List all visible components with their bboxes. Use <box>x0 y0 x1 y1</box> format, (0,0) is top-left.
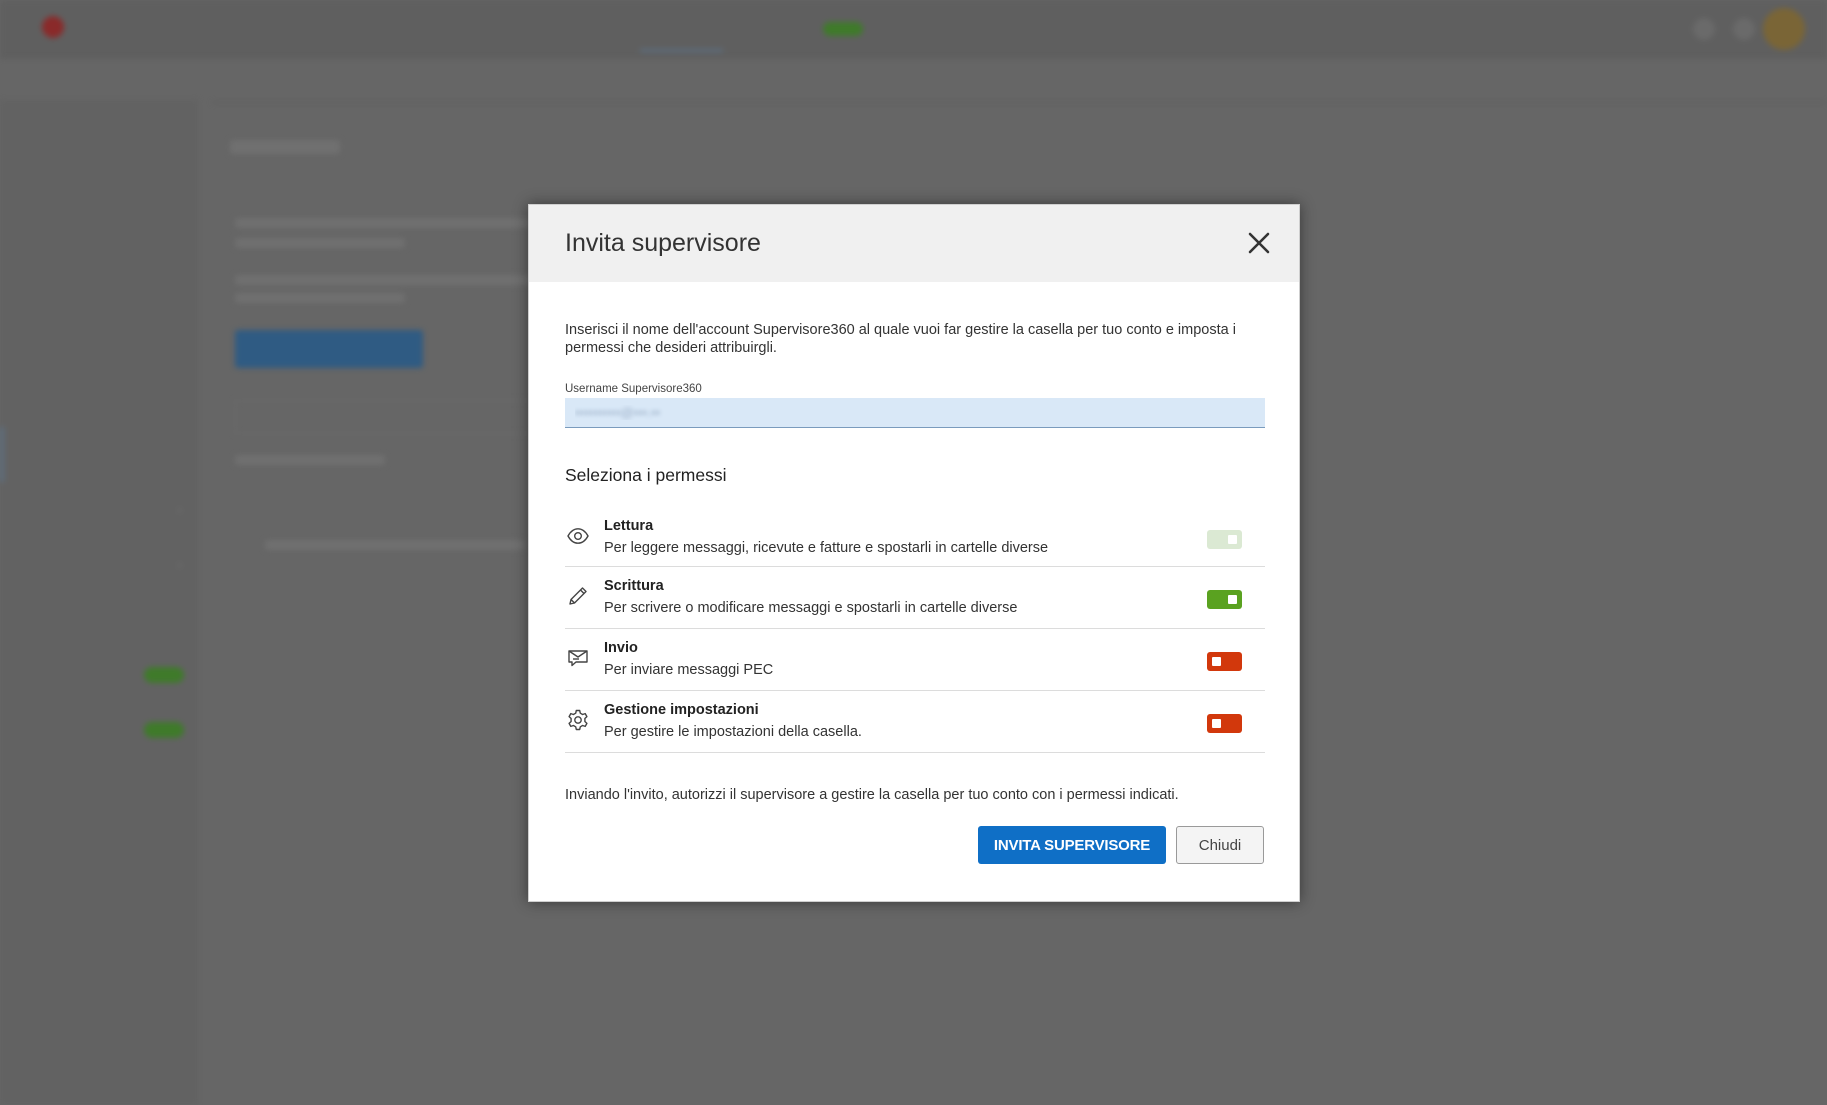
gear-icon <box>565 707 591 733</box>
content-title-placeholder <box>230 140 340 154</box>
sidebar-item <box>0 592 198 647</box>
sidebar-section-header <box>0 100 198 152</box>
content-button <box>235 330 423 368</box>
toggle-scrittura[interactable] <box>1207 590 1242 609</box>
sidebar-item <box>0 702 198 757</box>
nav-item <box>385 20 432 52</box>
toggle-knob <box>1228 595 1237 604</box>
toggle-knob <box>1228 535 1237 544</box>
permission-row-gestione-impostazioni: Gestione impostazioni Per gestire le imp… <box>565 691 1265 753</box>
help-icon <box>1693 18 1715 40</box>
permissions-list: Lettura Per leggere messaggi, ricevute e… <box>565 507 1265 753</box>
main-nav <box>215 20 864 52</box>
dialog-title: Invita supervisore <box>565 229 761 257</box>
username-field-label: Username Supervisore360 <box>565 383 702 395</box>
toggle-knob <box>1212 657 1221 666</box>
toggle-gestione-impostazioni[interactable] <box>1207 714 1242 733</box>
sidebar-badge <box>144 667 184 683</box>
sidebar-badge <box>144 722 184 738</box>
sidebar-item <box>0 1026 198 1081</box>
sidebar-section-header <box>0 864 198 916</box>
nav-item <box>470 20 528 52</box>
close-button[interactable] <box>1241 225 1277 261</box>
permission-name: Lettura <box>604 518 654 534</box>
nav-item-active <box>639 20 723 52</box>
sidebar-item: › <box>0 482 198 537</box>
permission-description: Per scrivere o modificare messaggi e spo… <box>604 600 1018 616</box>
content-text-line <box>235 218 535 228</box>
app-logo <box>42 16 64 38</box>
invite-supervisor-button[interactable]: INVITA SUPERVISORE <box>978 826 1166 864</box>
content-text-line <box>235 275 535 285</box>
nav-item <box>566 20 602 52</box>
content-text-line <box>235 455 385 465</box>
sidebar-item <box>0 207 198 262</box>
sidebar-item <box>0 971 198 1026</box>
nav-item <box>304 20 347 52</box>
content-input <box>235 400 535 434</box>
sidebar-item <box>0 317 198 372</box>
invite-supervisor-dialog: Invita supervisore Inserisci il nome del… <box>528 204 1300 902</box>
pencil-icon <box>565 583 591 609</box>
sidebar-item <box>0 809 198 864</box>
permission-description: Per inviare messaggi PEC <box>604 662 774 678</box>
permission-description: Per leggere messaggi, ricevute e fatture… <box>604 540 1049 556</box>
avatar <box>1763 8 1805 50</box>
sidebar-item <box>0 372 198 427</box>
toggle-knob <box>1212 719 1221 728</box>
close-dialog-button[interactable]: Chiudi <box>1176 826 1264 864</box>
logo-mark <box>42 16 64 38</box>
dialog-actions: INVITA SUPERVISORE Chiudi <box>978 826 1264 864</box>
permission-name: Invio <box>604 640 638 656</box>
permission-row-lettura: Lettura Per leggere messaggi, ricevute e… <box>565 507 1265 567</box>
dialog-header: Invita supervisore <box>529 205 1299 282</box>
sidebar-item: › <box>0 537 198 592</box>
dialog-intro-text: Inserisci il nome dell'account Superviso… <box>565 322 1236 356</box>
sidebar-item <box>0 647 198 702</box>
nav-item <box>761 20 864 52</box>
close-icon <box>1248 232 1270 254</box>
nav-item <box>215 20 266 52</box>
username-input[interactable] <box>565 398 1265 428</box>
sidebar-item-selected <box>0 427 198 482</box>
sidebar-section-header <box>0 757 198 809</box>
sidebar-item <box>0 916 198 971</box>
toggle-invio[interactable] <box>1207 652 1242 671</box>
permission-name: Gestione impostazioni <box>604 702 759 718</box>
content-text-line <box>265 540 525 550</box>
permission-row-invio: Invio Per inviare messaggi PEC <box>565 629 1265 691</box>
content-text-line <box>235 293 405 303</box>
settings-icon <box>1733 18 1755 40</box>
chevron-icon: › <box>177 557 182 572</box>
authorization-notice: Inviando l'invito, autorizzi il supervis… <box>565 787 1179 803</box>
sidebar-item <box>0 152 198 207</box>
send-mail-icon <box>565 645 591 671</box>
sidebar-item <box>0 262 198 317</box>
toggle-lettura[interactable] <box>1207 530 1242 549</box>
sidebar: › › <box>0 100 198 1105</box>
permissions-title: Seleziona i permessi <box>565 465 727 485</box>
nav-badge <box>823 21 864 36</box>
permission-row-scrittura: Scrittura Per scrivere o modificare mess… <box>565 567 1265 629</box>
permission-name: Scrittura <box>604 578 664 594</box>
chevron-icon: › <box>177 502 182 517</box>
eye-icon <box>565 523 591 549</box>
permission-description: Per gestire le impostazioni della casell… <box>604 724 862 740</box>
dialog-body: Inserisci il nome dell'account Superviso… <box>565 282 1265 803</box>
top-navigation-bar <box>0 0 1827 58</box>
content-divider <box>212 102 1827 103</box>
content-text-line <box>235 238 405 248</box>
